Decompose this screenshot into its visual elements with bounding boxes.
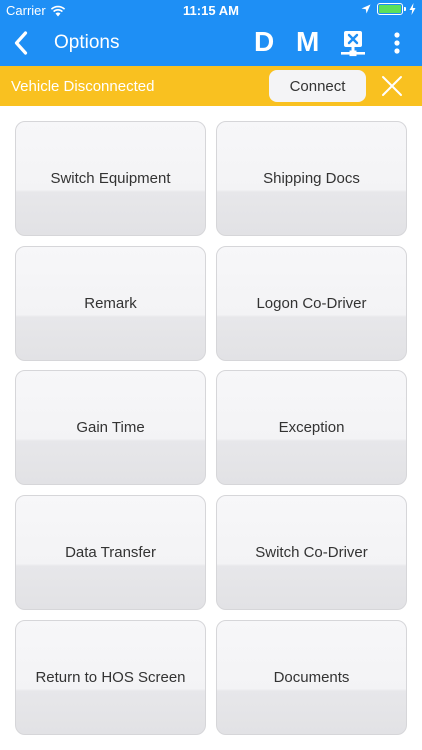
status-bar: Carrier 11:15 AM (0, 0, 422, 20)
switch-equipment-button[interactable]: Switch Equipment (15, 121, 206, 236)
more-vertical-icon (394, 32, 400, 54)
network-disconnected-button[interactable] (340, 30, 366, 58)
menu-m-button[interactable]: M (296, 26, 319, 58)
navigation-bar: Options D M (0, 20, 422, 66)
close-icon (382, 76, 402, 96)
switch-co-driver-button[interactable]: Switch Co-Driver (216, 495, 407, 610)
connect-button[interactable]: Connect (269, 70, 366, 102)
location-arrow-icon (361, 4, 371, 14)
data-transfer-button[interactable]: Data Transfer (15, 495, 206, 610)
chevron-left-icon (14, 31, 28, 55)
banner-message: Vehicle Disconnected (11, 78, 155, 95)
battery-icon (377, 3, 406, 15)
exception-button[interactable]: Exception (216, 370, 407, 485)
charging-bolt-icon (409, 3, 416, 15)
connection-banner: Vehicle Disconnected Connect (0, 66, 422, 106)
page-title: Options (54, 32, 120, 53)
gain-time-button[interactable]: Gain Time (15, 370, 206, 485)
shipping-docs-button[interactable]: Shipping Docs (216, 121, 407, 236)
network-disconnected-icon (341, 31, 365, 57)
remark-button[interactable]: Remark (15, 246, 206, 361)
dismiss-banner-button[interactable] (380, 74, 404, 98)
status-right (361, 3, 416, 15)
driving-status-button[interactable]: D (254, 26, 274, 58)
logon-co-driver-button[interactable]: Logon Co-Driver (216, 246, 407, 361)
documents-button[interactable]: Documents (216, 620, 407, 735)
back-button[interactable] (8, 29, 34, 57)
return-to-hos-screen-button[interactable]: Return to HOS Screen (15, 620, 206, 735)
more-options-button[interactable] (388, 31, 406, 55)
clock: 11:15 AM (183, 3, 239, 18)
